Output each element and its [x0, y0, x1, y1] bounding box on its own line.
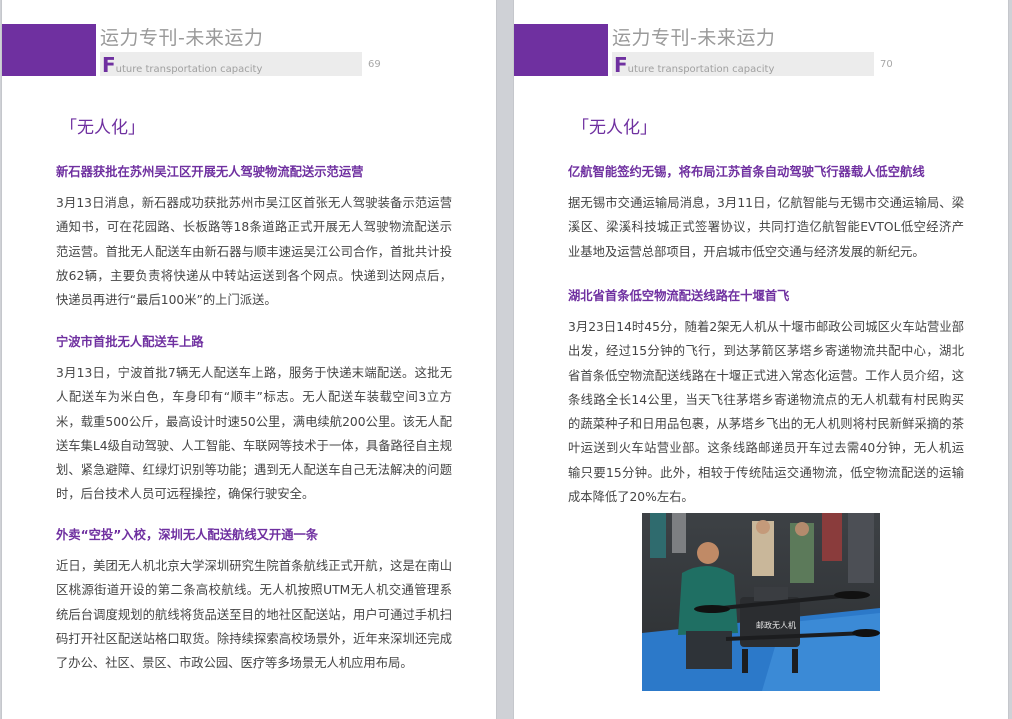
- article: 宁波市首批无人配送车上路 3月13日，宁波首批7辆无人配送车上路，服务于快递末端…: [56, 333, 452, 507]
- article-body: 3月13日，宁波首批7辆无人配送车上路，服务于快递末端配送。这批无人配送车为米白…: [56, 366, 452, 502]
- drone-photo-illustration: 邮政无人机: [642, 513, 880, 691]
- header-color-block: [514, 24, 608, 76]
- header-subtitle-rest: uture transportation capacity: [115, 64, 263, 75]
- header-title: 运力专刊-未来运力: [612, 27, 776, 49]
- article: 亿航智能签约无锡，将布局江苏首条自动驾驶飞行器载人低空航线 据无锡市交通运输局消…: [568, 163, 964, 264]
- page-69: 运力专刊-未来运力 Future transportation capacity…: [2, 0, 496, 719]
- article: 湖北省首条低空物流配送线路在十堰首飞 3月23日14时45分，随着2架无人机从十…: [568, 287, 964, 509]
- drone-label-text: 邮政无人机: [756, 620, 796, 630]
- header-subtitle-initial: F: [614, 53, 628, 77]
- header-subtitle-initial: F: [102, 53, 116, 77]
- article-title: 新石器获批在苏州吴江区开展无人驾驶物流配送示范运营: [56, 165, 364, 179]
- drone-delivery-photo: 邮政无人机: [642, 513, 880, 691]
- header-subtitle: Future transportation capacity: [102, 53, 262, 77]
- article-title: 亿航智能签约无锡，将布局江苏首条自动驾驶飞行器载人低空航线: [568, 165, 925, 179]
- article-title: 湖北省首条低空物流配送线路在十堰首飞: [568, 289, 790, 303]
- page-number: 70: [880, 59, 893, 70]
- article-body: 据无锡市交通运输局消息，3月11日，亿航智能与无锡市交通运输局、梁溪区、梁溪科技…: [568, 196, 964, 259]
- page-70: 运力专刊-未来运力 Future transportation capacity…: [514, 0, 1008, 719]
- article: 外卖“空投”入校，深圳无人配送航线又开通一条 近日，美团无人机北京大学深圳研究生…: [56, 526, 452, 675]
- section-title: 「无人化」: [572, 118, 657, 138]
- header-color-block: [2, 24, 96, 76]
- article-body: 近日，美团无人机北京大学深圳研究生院首条航线正式开航，这是在南山区桃源街道开设的…: [56, 559, 452, 671]
- article-title: 宁波市首批无人配送车上路: [56, 335, 204, 349]
- section-title: 「无人化」: [60, 118, 145, 138]
- article-body: 3月13日消息，新石器成功获批苏州市吴江区首张无人驾驶装备示范运营通知书，可在花…: [56, 196, 452, 308]
- article-title: 外卖“空投”入校，深圳无人配送航线又开通一条: [56, 528, 319, 542]
- article-body: 3月23日14时45分，随着2架无人机从十堰市邮政公司城区火车站营业部出发，经过…: [568, 320, 964, 505]
- header-subtitle: Future transportation capacity: [614, 53, 774, 77]
- header-title: 运力专刊-未来运力: [100, 27, 264, 49]
- header-subtitle-rest: uture transportation capacity: [627, 64, 775, 75]
- page-number: 69: [368, 59, 381, 70]
- article: 新石器获批在苏州吴江区开展无人驾驶物流配送示范运营 3月13日消息，新石器成功获…: [56, 163, 452, 312]
